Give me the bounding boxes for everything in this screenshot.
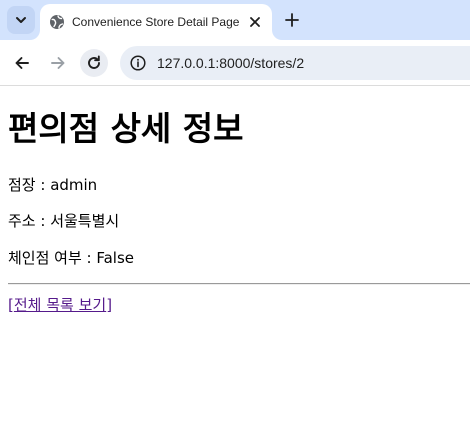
- horizontal-rule: [8, 283, 470, 285]
- site-info-button[interactable]: [128, 53, 148, 73]
- plus-icon: [285, 13, 299, 27]
- url-text[interactable]: 127.0.0.1:8000/stores/2: [157, 55, 304, 71]
- reload-icon: [88, 55, 100, 69]
- store-list-link[interactable]: [전체 목록 보기]: [8, 295, 112, 315]
- page-content: 편의점 상세 정보 점장 : admin 주소 : 서울특별시 체인점 여부 :…: [0, 87, 470, 445]
- arrow-left-icon: [15, 57, 29, 69]
- store-address: 주소 : 서울특별시: [8, 212, 120, 230]
- link-close-bracket: ]: [106, 296, 113, 314]
- forward-button[interactable]: [44, 49, 72, 77]
- store-chain-status: 체인점 여부 : False: [8, 249, 135, 267]
- browser-toolbar: 127.0.0.1:8000/stores/2: [0, 40, 470, 86]
- info-icon: [130, 55, 146, 71]
- close-icon: [250, 17, 260, 27]
- store-owner: 점장 : admin: [8, 176, 98, 194]
- tab-close-button[interactable]: [246, 13, 264, 31]
- globe-icon: [50, 15, 64, 29]
- address-bar[interactable]: 127.0.0.1:8000/stores/2: [120, 46, 470, 80]
- active-tab[interactable]: Convenience Store Detail Page: [40, 4, 272, 40]
- tab-title: Convenience Store Detail Page: [72, 15, 240, 29]
- chevron-down-icon: [16, 17, 26, 23]
- reload-button[interactable]: [80, 49, 108, 77]
- new-tab-button[interactable]: [280, 8, 304, 32]
- back-button[interactable]: [8, 49, 36, 77]
- page-title: 편의점 상세 정보: [8, 109, 244, 148]
- store-list-link-anchor[interactable]: [전체 목록 보기]: [8, 296, 112, 314]
- tab-strip: Convenience Store Detail Page: [0, 0, 470, 40]
- arrow-right-icon: [51, 57, 65, 69]
- link-label: 전체 목록 보기: [13, 296, 107, 314]
